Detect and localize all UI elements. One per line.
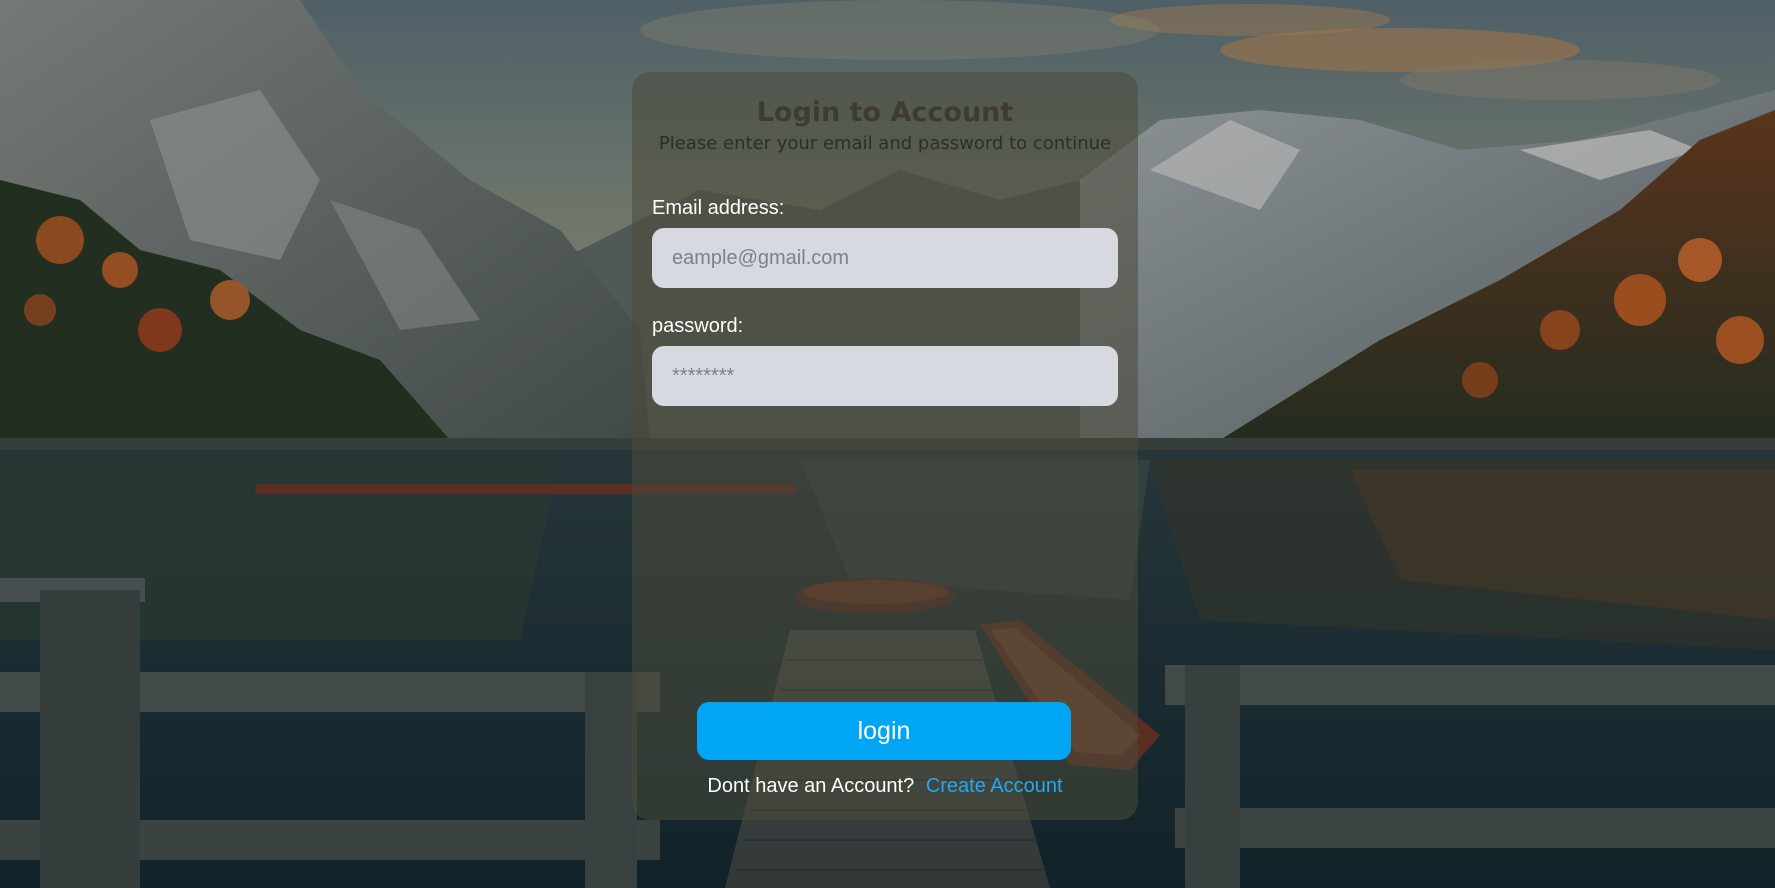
login-subtitle: Please enter your email and password to … (658, 133, 1112, 154)
email-input[interactable] (652, 228, 1118, 288)
signup-prompt: Dont have an Account? (707, 775, 915, 797)
password-label: password: (652, 315, 744, 337)
login-title: Login to Account (756, 97, 1014, 128)
create-account-link[interactable]: Create Account (926, 775, 1063, 797)
login-card: Login to Account Please enter your email… (632, 72, 1138, 820)
login-button[interactable]: login (697, 702, 1071, 760)
password-input[interactable] (652, 346, 1118, 406)
email-label: Email address: (652, 197, 785, 219)
login-page: Login to Account Please enter your email… (0, 0, 1775, 888)
signup-row: Dont have an Account? Create Account (632, 774, 1138, 798)
